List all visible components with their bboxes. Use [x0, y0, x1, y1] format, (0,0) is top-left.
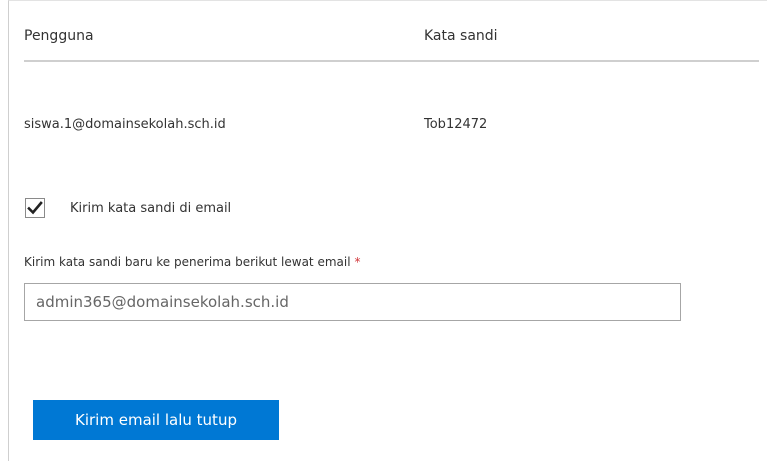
send-password-option[interactable]: Kirim kata sandi di email [25, 196, 231, 220]
recipient-email-field[interactable] [24, 283, 681, 321]
required-marker: * [354, 255, 361, 269]
recipient-label-text: Kirim kata sandi baru ke penerima beriku… [24, 255, 351, 269]
send-email-and-close-button[interactable]: Kirim email lalu tutup [33, 400, 279, 440]
table-header: Pengguna Kata sandi [24, 28, 759, 60]
send-password-checkbox[interactable] [25, 198, 45, 218]
column-header-user: Pengguna [24, 28, 94, 44]
checkmark-icon [27, 201, 43, 215]
user-cell: siswa.1@domainsekolah.sch.id [24, 117, 226, 132]
password-cell: Tob12472 [424, 117, 488, 132]
password-result-panel [8, 0, 767, 461]
header-divider [24, 60, 759, 62]
send-password-label: Kirim kata sandi di email [70, 200, 232, 216]
recipient-label: Kirim kata sandi baru ke penerima beriku… [24, 255, 361, 269]
column-header-password: Kata sandi [424, 28, 498, 44]
